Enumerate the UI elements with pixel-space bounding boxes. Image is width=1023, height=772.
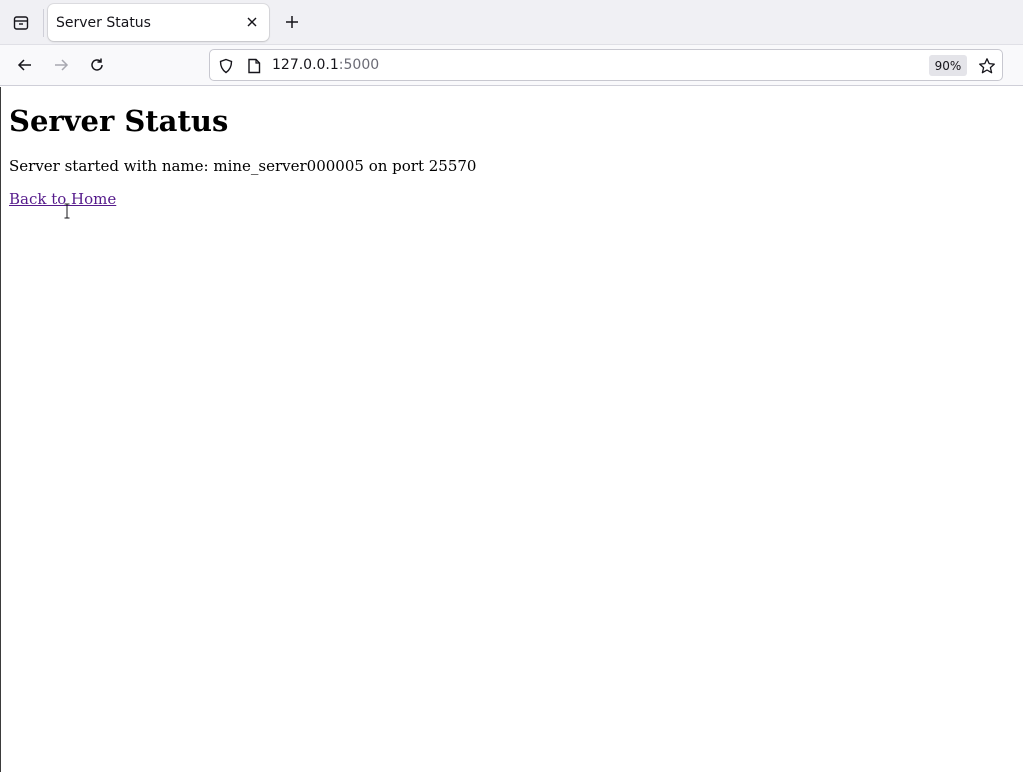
tab-list-icon xyxy=(13,16,29,30)
star-icon xyxy=(979,58,995,74)
shield-icon xyxy=(219,58,233,74)
page-title: Server Status xyxy=(9,104,229,138)
zoom-level-button[interactable]: 90% xyxy=(929,55,967,76)
address-bar[interactable]: 127.0.0.1:5000 90% xyxy=(209,49,1003,81)
server-status-message: Server started with name: mine_server000… xyxy=(9,157,477,175)
tab-bar: Server Status xyxy=(0,0,1023,45)
bookmark-button[interactable] xyxy=(975,54,999,78)
tab-title: Server Status xyxy=(56,15,151,31)
url-host: 127.0.0.1 xyxy=(272,57,339,73)
tracking-protection-button[interactable] xyxy=(216,56,236,76)
plus-icon xyxy=(286,16,298,28)
reload-button[interactable] xyxy=(82,51,112,79)
reload-icon xyxy=(91,58,103,71)
new-tab-button[interactable] xyxy=(279,9,305,35)
back-button[interactable] xyxy=(10,51,40,79)
arrow-left-icon xyxy=(17,59,31,71)
tab-server-status[interactable]: Server Status xyxy=(48,4,269,41)
forward-button[interactable] xyxy=(46,51,76,79)
site-info-button[interactable] xyxy=(244,56,264,76)
tab-list-button[interactable] xyxy=(6,8,36,38)
close-icon xyxy=(247,17,257,27)
navigation-bar: 127.0.0.1:5000 90% xyxy=(0,45,1023,86)
tab-close-button[interactable] xyxy=(243,13,261,31)
url-port: :5000 xyxy=(338,57,380,73)
page-content: Server Status Server started with name: … xyxy=(0,87,1023,772)
text-cursor-icon xyxy=(64,203,70,219)
tab-separator xyxy=(43,9,44,37)
page-icon xyxy=(248,58,261,74)
url-text[interactable]: 127.0.0.1:5000 xyxy=(272,57,379,73)
arrow-right-icon xyxy=(55,59,69,71)
